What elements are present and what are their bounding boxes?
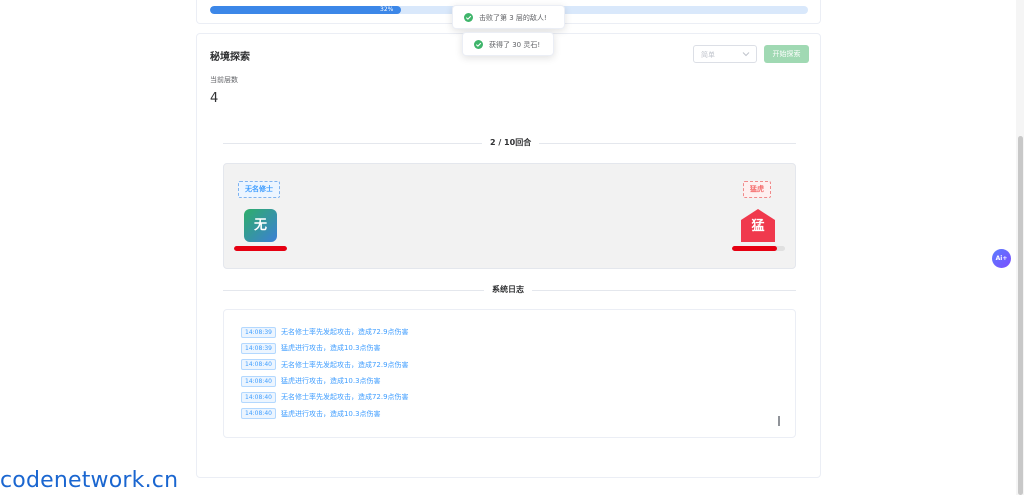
secret-realm-card: 秘境探索 简单 开始探索 当前层数 4 2 / 10回合 无名修士 无 猛虎 猛… — [196, 33, 821, 478]
log-entry-time: 14:08:40 — [241, 408, 276, 420]
log-list: 14:08:39 无名修士率先发起攻击，造成72.9点伤害 14:08:39 猛… — [241, 324, 409, 422]
toast-reward: 获得了 30 灵石! — [462, 32, 554, 56]
success-check-icon — [464, 13, 473, 22]
player-name-tag: 无名修士 — [238, 181, 280, 198]
site-watermark: codenetwork.cn — [0, 468, 179, 493]
start-exploration-button[interactable]: 开始探索 — [764, 45, 809, 63]
enemy-avatar: 猛 — [741, 209, 775, 242]
log-entry: 14:08:40 无名修士率先发起攻击，造成72.9点伤害 — [241, 389, 409, 405]
log-title: 系统日志 — [484, 285, 532, 295]
log-entry-time: 14:08:40 — [241, 391, 276, 403]
current-floor-value: 4 — [210, 91, 219, 106]
log-scrollbar[interactable] — [778, 416, 780, 426]
enemy-hp-fill — [732, 246, 778, 251]
log-entry-time: 14:08:39 — [241, 326, 276, 338]
exploration-progress-fill: 32% — [210, 6, 402, 14]
player-avatar: 无 — [244, 209, 277, 242]
log-entry: 14:08:39 无名修士率先发起攻击，造成72.9点伤害 — [241, 324, 409, 340]
toast-text: 获得了 30 灵石! — [489, 41, 541, 49]
log-entry-time: 14:08:40 — [241, 359, 276, 371]
enemy-name-tag: 猛虎 — [743, 181, 771, 198]
player-hp-fill — [234, 246, 287, 251]
chevron-down-icon — [742, 52, 750, 57]
enemy-avatar-char: 猛 — [751, 219, 765, 234]
battle-area: 无名修士 无 猛虎 猛 — [223, 163, 796, 269]
log-entry-text: 无名修士率先发起攻击，造成72.9点伤害 — [280, 393, 409, 402]
system-log-panel[interactable]: 14:08:39 无名修士率先发起攻击，造成72.9点伤害 14:08:39 猛… — [223, 309, 796, 438]
card-title: 秘境探索 — [210, 52, 250, 63]
difficulty-select-value: 简单 — [701, 51, 715, 59]
toast-text: 击败了第 3 层的敌人! — [479, 14, 547, 22]
player-hp-bar — [234, 246, 287, 251]
toast-defeat-enemy: 击败了第 3 层的敌人! — [452, 5, 565, 29]
log-entry-time: 14:08:40 — [241, 375, 276, 387]
log-entry: 14:08:40 猛虎进行攻击，造成10.3点伤害 — [241, 405, 409, 421]
log-entry-text: 猛虎进行攻击，造成10.3点伤害 — [280, 409, 381, 418]
current-floor-label: 当前层数 — [210, 76, 238, 84]
log-entry-text: 猛虎进行攻击，造成10.3点伤害 — [280, 344, 381, 353]
log-entry: 14:08:40 无名修士率先发起攻击，造成72.9点伤害 — [241, 357, 409, 373]
page-scrollbar-thumb[interactable] — [1018, 136, 1023, 495]
ai-assistant-button[interactable]: Ai+ — [992, 249, 1011, 268]
log-entry-time: 14:08:39 — [241, 342, 276, 354]
exploration-progress-text: 32% — [380, 6, 394, 13]
log-entry-text: 无名修士率先发起攻击，造成72.9点伤害 — [280, 360, 409, 369]
log-entry-text: 猛虎进行攻击，造成10.3点伤害 — [280, 377, 381, 386]
log-entry: 14:08:39 猛虎进行攻击，造成10.3点伤害 — [241, 340, 409, 356]
log-entry: 14:08:40 猛虎进行攻击，造成10.3点伤害 — [241, 373, 409, 389]
enemy-hp-bar — [732, 246, 785, 251]
round-indicator: 2 / 10回合 — [482, 138, 540, 148]
success-check-icon — [474, 40, 483, 49]
difficulty-select[interactable]: 简单 — [693, 45, 757, 63]
log-entry-text: 无名修士率先发起攻击，造成72.9点伤害 — [280, 328, 409, 337]
